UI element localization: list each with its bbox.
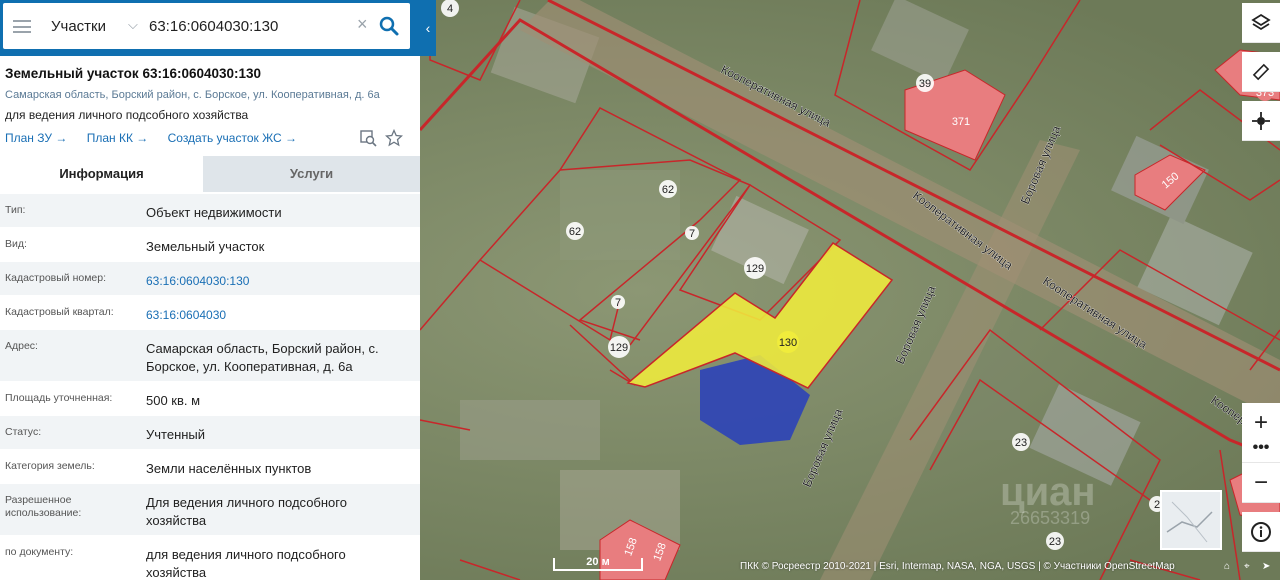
parcel-label: 7 [689,228,695,240]
locate-small-icon[interactable]: ⌖ [1244,561,1250,572]
locate-button[interactable] [1242,101,1280,141]
parcel-label: 39 [919,78,931,90]
search-box: Участки ⌵ × [3,3,410,49]
layers-icon [1251,13,1271,30]
table-row: Кадастровый номер: 63:16:0604030:130 [0,261,420,295]
row-value: Для ведения личного подсобного хозяйства [146,495,347,528]
dots-icon: ••• [1252,438,1270,456]
watermark-number: 26653319 [1010,508,1091,528]
info-icon [1251,521,1271,542]
star-icon[interactable] [385,129,403,147]
table-row: по документу: для ведения личного подсоб… [0,535,420,580]
row-value: Самарская область, Борский район, с. Бор… [146,341,379,374]
map-attribution: ПКК © Росреестр 2010-2021 | Esri, Interm… [740,561,1175,572]
more-button[interactable]: ••• [1242,433,1280,463]
row-value: 500 кв. м [146,393,201,408]
search-type-select[interactable]: Участки [51,18,106,35]
layers-button[interactable] [1242,3,1280,43]
ruler-button[interactable] [1242,52,1280,92]
row-label: Статус: [5,426,42,438]
parcel-label: 129 [746,263,764,275]
table-row: Вид: Земельный участок [0,227,420,261]
parcel-label: 23 [1049,536,1061,548]
row-label: Вид: [5,238,27,250]
row-label: Кадастровый номер: [5,272,107,284]
table-row: Разрешенное использование: Для ведения л… [0,483,420,535]
table-row: Статус: Учтенный [0,415,420,449]
collapse-panel-button[interactable]: ‹ [420,0,436,56]
chevron-down-icon[interactable]: ⌵ [128,17,138,33]
object-links: План ЗУ → План КК → Создать участок ЖС → [5,131,313,145]
row-label: Тип: [5,204,26,216]
parcel-label: 23 [1015,437,1027,449]
info-button[interactable] [1242,512,1280,552]
row-label: Площадь уточненная: [5,392,113,404]
parcel-label: 62 [662,184,674,196]
ruler-icon [1252,63,1270,80]
row-value: для ведения личного подсобного хозяйства [146,547,346,580]
row-label: Разрешенное использование: [5,494,82,519]
plan-kk-link[interactable]: План КК → [87,131,149,145]
row-label: Категория земель: [5,460,95,472]
home-icon[interactable]: ⌂ [1224,561,1230,572]
crosshair-icon [1252,111,1270,130]
attributes-table: Тип: Объект недвижимости Вид: Земельный … [0,193,420,580]
table-row: Площадь уточненная: 500 кв. м [0,381,420,415]
table-row: Категория земель: Земли населённых пункт… [0,449,420,483]
tabs: Информация Услуги [0,156,420,192]
search-icon[interactable] [378,15,400,37]
zoom-out-button[interactable]: − [1242,463,1280,503]
parcel-label: 371 [952,116,970,128]
zoom-to-object-icon[interactable] [359,129,377,147]
clear-icon[interactable]: × [357,14,368,35]
info-panel: Участки ⌵ × Земельный участок 63:16:0604… [0,0,420,580]
cadastral-number-link[interactable]: 63:16:0604030:130 [146,272,408,290]
table-row: Кадастровый квартал: 63:16:0604030 [0,295,420,329]
row-value: Учтенный [146,427,206,442]
search-bar: Участки ⌵ × [0,0,420,56]
object-purpose: для ведения личного подсобного хозяйства [5,108,249,122]
table-row: Тип: Объект недвижимости [0,193,420,227]
arrow-icon[interactable]: ➤ [1262,561,1270,572]
row-label: по документу: [5,546,74,558]
parcel-label: 4 [447,3,453,15]
row-label: Кадастровый квартал: [5,306,114,318]
parcel-label: 129 [610,342,628,354]
create-plot-link[interactable]: Создать участок ЖС → [168,131,297,145]
plan-zu-link[interactable]: План ЗУ → [5,131,67,145]
tab-services[interactable]: Услуги [203,156,420,192]
parcel-label: 62 [569,226,581,238]
object-address: Самарская область, Борский район, с. Бор… [5,89,380,101]
object-title: Земельный участок 63:16:0604030:130 [5,66,262,81]
plus-icon: + [1253,408,1268,436]
row-label: Адрес: [5,340,38,352]
parcel-label: 7 [615,297,621,309]
minimap[interactable] [1160,490,1222,550]
search-input[interactable] [149,14,349,38]
minus-icon: − [1253,468,1268,496]
parcel-label: 130 [779,337,797,349]
row-value: Объект недвижимости [146,205,282,220]
tab-info[interactable]: Информация [0,156,203,192]
cadastral-quarter-link[interactable]: 63:16:0604030 [146,306,408,324]
row-value: Земельный участок [146,239,265,254]
row-value: Земли населённых пунктов [146,461,312,476]
menu-icon[interactable] [13,20,31,33]
scale-label: 20 м [586,556,610,568]
table-row: Адрес: Самарская область, Борский район,… [0,329,420,381]
